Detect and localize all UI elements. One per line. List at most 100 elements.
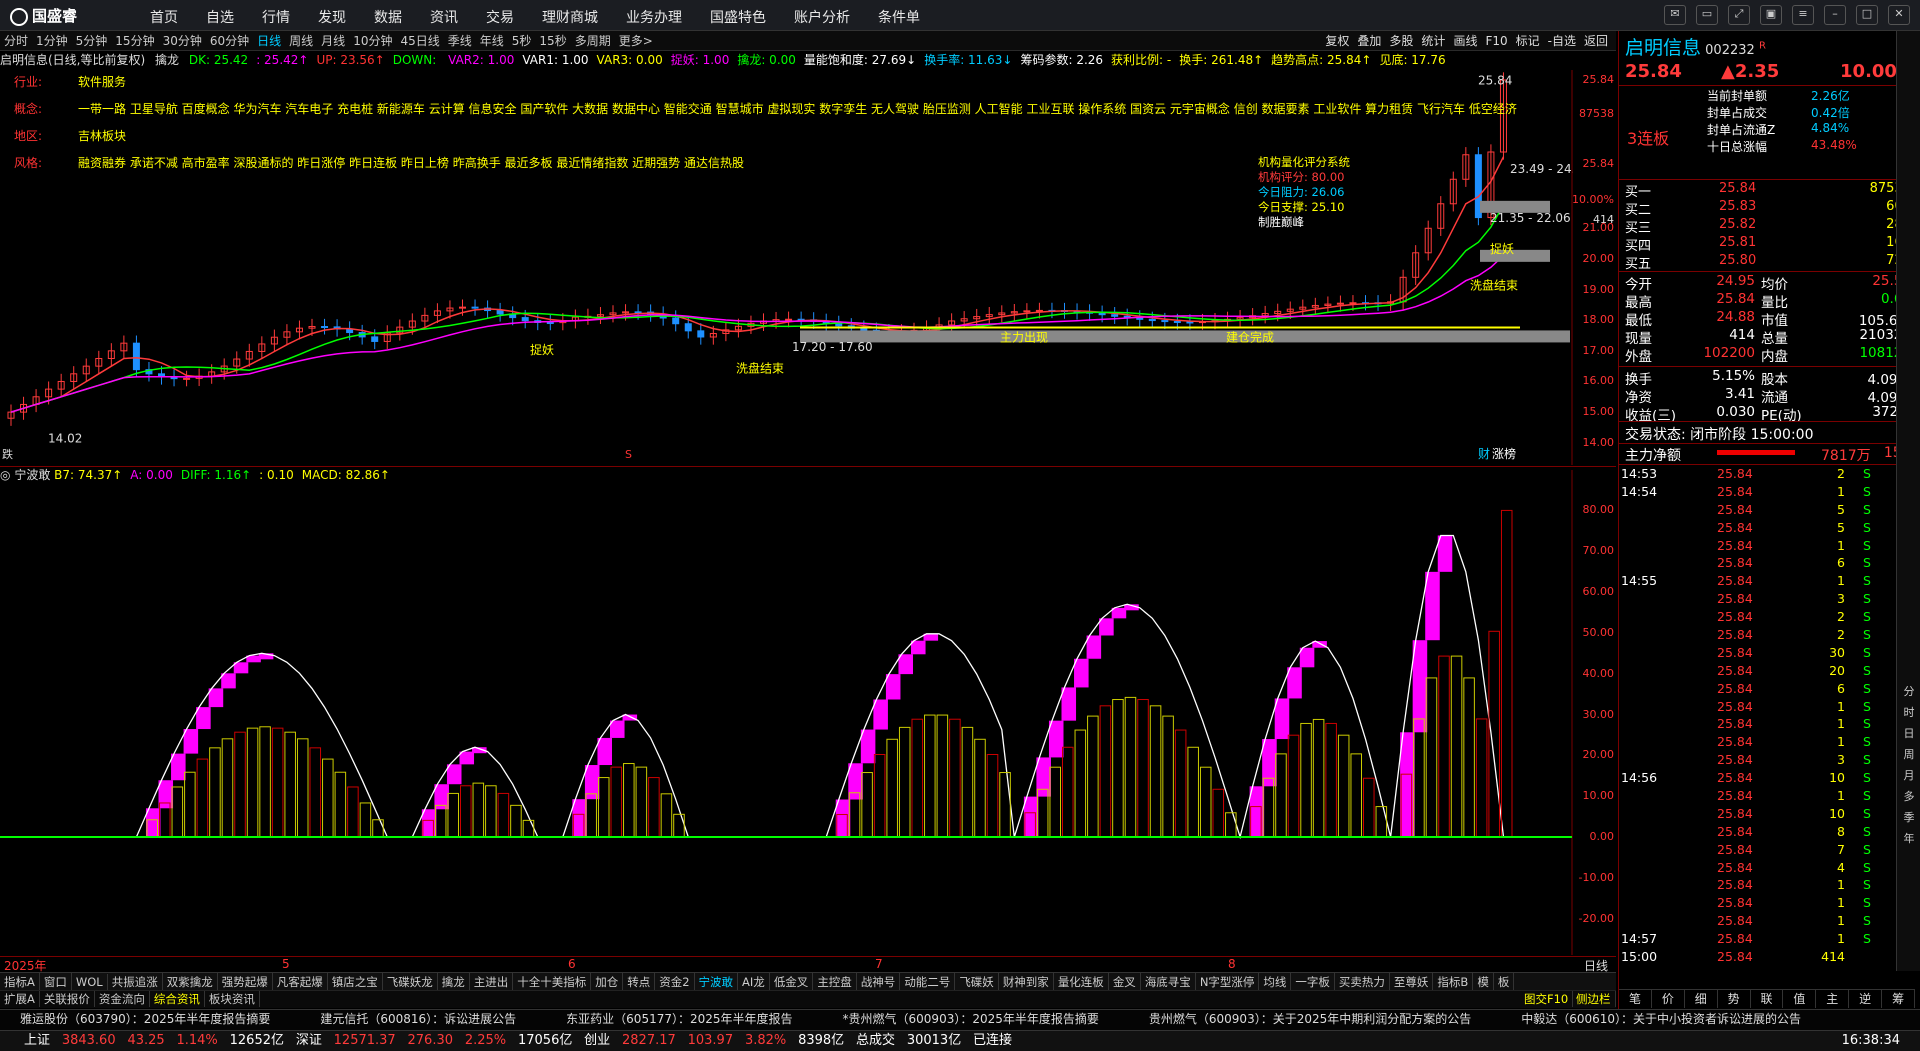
menu-item[interactable]: 数据 [374,7,402,27]
period-tab[interactable]: 更多> [615,31,657,50]
indicator-tab[interactable]: 量化连板 [1054,973,1109,991]
quote-tab[interactable]: 势 [1718,990,1751,1008]
indicator-tab[interactable]: WOL [72,974,108,990]
indicator-tab[interactable]: 低金叉 [770,973,814,991]
menu-item[interactable]: 交易 [486,7,514,27]
indicator-tab[interactable]: 战神号 [857,973,901,991]
indicator-tab[interactable]: 板 [1494,973,1515,991]
indicator-tab[interactable]: 海底寻宝 [1141,973,1196,991]
quote-tab[interactable]: 细 [1685,990,1718,1008]
period-tab[interactable]: 月线 [317,31,349,50]
menu-item[interactable]: 行情 [262,7,290,27]
sidebar-tab[interactable]: 年 [1897,828,1920,849]
period-tab[interactable]: 45日线 [396,31,443,50]
indicator-tab[interactable]: 动能二号 [900,973,956,991]
period-tab[interactable]: 1分钟 [32,31,72,50]
period-tab[interactable]: 15分钟 [111,31,158,50]
indicator-tab[interactable]: 擒龙 [438,973,470,991]
period-tab[interactable]: 多周期 [571,31,615,50]
indicator-tab[interactable]: 买卖热力 [1335,973,1390,991]
style-value[interactable]: 融资融券 承诺不减 高市盈率 深股通标的 昨日涨停 昨日连板 昨日上榜 昨高换手… [78,154,744,171]
app-logo[interactable]: 国盛睿 [10,5,77,26]
panel-tab[interactable]: 侧边栏 [1572,991,1616,1007]
menu-item[interactable]: 条件单 [878,7,920,27]
menu-item[interactable]: 账户分析 [794,7,850,27]
extension-tab[interactable]: 综合资讯 [150,991,205,1007]
sh-label[interactable]: 上证 [24,1031,50,1051]
period-tab[interactable]: 5分钟 [72,31,112,50]
connection-status[interactable]: 已连接 [973,1031,1012,1051]
indicator-tab[interactable]: 飞碟妖 [955,973,999,991]
sidebar-tab[interactable]: 周 [1897,744,1920,765]
bid-row[interactable]: 买一 25.84 87538 [1619,181,1915,200]
news-item[interactable]: 中毅达（600610）：关于中小投资者诉讼进展的公告 [1521,1010,1801,1027]
period-tab[interactable]: 15秒 [535,31,570,50]
sub-indicator-chart[interactable] [0,470,1573,955]
quote-tab[interactable]: 价 [1652,990,1685,1008]
menu-item[interactable]: 首页 [150,7,178,27]
finance-marker[interactable]: 财 [1478,447,1490,461]
extension-tab[interactable]: 板块资讯 [205,991,260,1007]
sidebar-tab[interactable]: 日 [1897,723,1920,744]
quote-tab[interactable]: 筹 [1882,990,1916,1008]
extension-tab[interactable]: 关联报价 [40,991,95,1007]
message-icon[interactable]: ✉ [1664,5,1686,25]
mail-icon[interactable]: ▭ [1696,5,1718,25]
indicator-tab[interactable]: 均线 [1259,973,1292,991]
tool-button[interactable]: 多股 [1389,34,1413,48]
indicator-tab[interactable]: 转点 [623,973,656,991]
indicator-tab[interactable]: 一字板 [1291,973,1335,991]
indicator-tab[interactable]: 共振追涨 [108,973,163,991]
extension-tab[interactable]: 扩展A [0,991,40,1007]
maximize-icon[interactable]: □ [1856,5,1878,25]
indicator-tab[interactable]: 主进出 [470,973,514,991]
indicator-tab[interactable]: 十全十美指标 [513,973,592,991]
indicator-tab[interactable]: 金叉 [1109,973,1141,991]
indicator-tab[interactable]: 模 [1473,973,1494,991]
news-item[interactable]: 贵州燃气（600903）：关于2025年中期利润分配方案的公告 [1149,1010,1471,1027]
indicator-tab[interactable]: 宁波敢 [695,973,739,991]
sz-label[interactable]: 深证 [296,1031,322,1051]
indicator-tab[interactable]: 加仓 [591,973,624,991]
menu-item[interactable]: 资讯 [430,7,458,27]
indicator-tab[interactable]: 强势起爆 [218,973,273,991]
menu-item[interactable]: 发现 [318,7,346,27]
quote-tab[interactable]: 主 [1816,990,1850,1008]
quote-tab[interactable]: 笔 [1619,990,1652,1008]
news-item[interactable]: 雅运股份（603790）：2025年半年度报告摘要 [20,1010,270,1027]
menu-icon[interactable]: ≡ [1792,5,1814,25]
concept-value[interactable]: 一带一路 卫星导航 百度概念 华为汽车 汽车电子 充电桩 新能源车 云计算 信息… [78,100,1517,117]
indicator-tab[interactable]: 主控盘 [813,973,857,991]
tool-button[interactable]: 统计 [1421,34,1445,48]
indicator-tab[interactable]: 财神到家 [999,973,1054,991]
rank-marker[interactable]: 涨榜 [1492,446,1516,461]
quote-tab[interactable]: 逆 [1849,990,1883,1008]
news-item[interactable]: 建元信托（600816）：诉讼进展公告 [320,1010,516,1027]
period-tab[interactable]: 60分钟 [206,31,253,50]
tool-button[interactable]: 叠加 [1357,34,1381,48]
cy-label[interactable]: 创业 [584,1031,610,1051]
period-tab[interactable]: 10分钟 [349,31,396,50]
menu-item[interactable]: 自选 [206,7,234,27]
indicator-tab[interactable]: 资金2 [655,973,695,991]
indicator-tab[interactable]: 镇店之宝 [328,973,383,991]
expand-icon[interactable]: ⤢ [1728,5,1750,25]
bid-row[interactable]: 买三25.82287 [1619,217,1915,236]
bid-row[interactable]: 买二25.83608 [1619,199,1915,218]
menu-item[interactable]: 理财商城 [542,7,598,27]
period-tab[interactable]: 季线 [444,31,476,50]
indicator-tab[interactable]: 飞碟妖龙 [383,973,438,991]
menu-item[interactable]: 业务办理 [626,7,682,27]
skin-icon[interactable]: ▣ [1760,5,1782,25]
indicator-tab[interactable]: 双紫擒龙 [163,973,218,991]
panel-tab[interactable]: 图交F10 [1520,991,1574,1007]
indicator-tab[interactable]: 指标A [0,973,40,991]
news-item[interactable]: 东亚药业（605177）：2025年半年度报告 [566,1010,792,1027]
bid-row[interactable]: 买四25.81167 [1619,235,1915,254]
news-item[interactable]: *贵州燃气（600903）：2025年半年度报告摘要 [843,1010,1099,1027]
menu-item[interactable]: 国盛特色 [710,7,766,27]
indicator-name[interactable]: 擒龙 [155,53,179,67]
sidebar-tab[interactable]: 多 [1897,786,1920,807]
sidebar-tab[interactable]: 月 [1897,765,1920,786]
period-tab[interactable]: 周线 [285,31,317,50]
